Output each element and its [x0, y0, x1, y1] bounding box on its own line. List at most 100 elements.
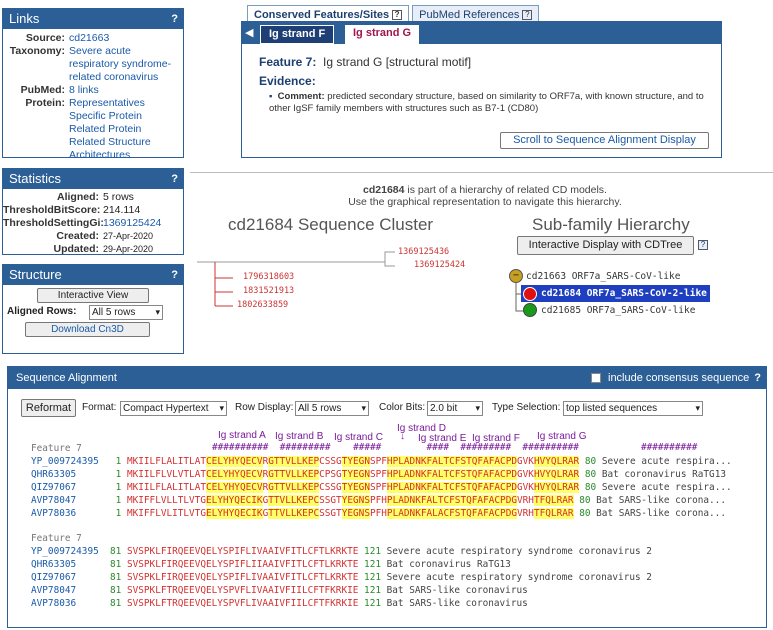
row-display-label: Row Display:	[235, 402, 294, 413]
strand-g-label[interactable]: Ig strand G	[537, 431, 586, 442]
strand-b-label[interactable]: Ig strand B	[275, 431, 323, 442]
sequence-description: Bat coronavirus RaTG13	[386, 559, 511, 570]
stat-row: ThresholdSettingGi: 1369125424	[3, 217, 183, 230]
accession-link[interactable]: QIZ97067	[31, 572, 104, 583]
source-link[interactable]: cd21663	[69, 32, 183, 45]
pubmed-help-icon[interactable]: ?	[522, 10, 533, 20]
tab-ig-strand-f[interactable]: Ig strand F	[260, 25, 335, 44]
protein-link-representatives[interactable]: Representatives	[69, 97, 145, 109]
end-pos: 121	[364, 559, 381, 570]
end-pos: 80	[584, 456, 597, 467]
accession-link[interactable]: AVP78036	[31, 598, 104, 609]
start-pos: 1	[104, 508, 122, 519]
alignment-help-icon[interactable]: ?	[754, 367, 761, 389]
sequence-description: Bat SARS-like coronavirus	[386, 598, 528, 609]
taxonomy-key: Taxonomy:	[9, 45, 65, 57]
type-selection-select[interactable]: top listed sequences	[563, 401, 703, 416]
sequence-description: Bat SARS-like corona...	[596, 508, 726, 519]
sequence: MKIILFLALITLATCELYHYQECVRGTTVLLKEPCSSGTY…	[126, 456, 580, 467]
stat-key: Updated:	[53, 243, 100, 255]
start-pos: 81	[104, 546, 122, 557]
alignment-row: QHR63305 81 SVSPKLFIRQEEVQELYSPIFLIIAAIV…	[31, 558, 511, 571]
statistics-header: Statistics?	[3, 169, 183, 189]
node-green-icon	[523, 303, 537, 317]
strand-d-arrow-icon: ↓	[400, 431, 405, 442]
node-cd21685[interactable]: cd21685 ORF7a_SARS-CoV-like	[521, 302, 695, 318]
accession-link[interactable]: AVP78047	[31, 495, 104, 506]
protein-link-specific[interactable]: Specific Protein	[69, 110, 142, 122]
protein-link-architectures[interactable]: Architectures	[69, 149, 130, 161]
format-select[interactable]: Compact Hypertext	[120, 401, 227, 416]
stat-value: 27-Apr-2020	[103, 231, 154, 241]
alignment-row: QIZ97067 1 MKIILFLALITLATCELYHYQECVRGTTV…	[31, 481, 732, 494]
structure-header: Structure?	[3, 265, 183, 285]
protein-link-related-structure[interactable]: Related Structure	[69, 136, 151, 148]
accession-link[interactable]: AVP78036	[31, 508, 104, 519]
pubmed-link[interactable]: 8 links	[69, 84, 183, 97]
conserved-help-icon[interactable]: ?	[392, 10, 403, 20]
sequence-description: Severe acute respiratory syndrome corona…	[386, 546, 652, 557]
accession-link[interactable]: QHR63305	[31, 469, 104, 480]
tree-label-3[interactable]: 1796318603	[243, 271, 294, 284]
accession-link[interactable]: YP_009724395	[31, 546, 104, 557]
structure-help-icon[interactable]: ?	[171, 265, 178, 285]
alignment-row: AVP78047 81 SVSPKLFTRQEEVQELYSPVFLIVAAIV…	[31, 584, 528, 597]
tree-label-2[interactable]: 1369125424	[414, 259, 465, 272]
alignment-row: AVP78047 1 MKIFFLVLLTLVTGELYHYQECIKGTTVL…	[31, 494, 726, 507]
stat-value[interactable]: 1369125424	[103, 217, 183, 230]
accession-link[interactable]: QHR63305	[31, 559, 104, 570]
section-divider	[190, 172, 773, 173]
end-pos: 80	[584, 482, 597, 493]
end-pos: 80	[579, 508, 591, 519]
protein-link-related[interactable]: Related Protein	[69, 123, 141, 135]
statistics-help-icon[interactable]: ?	[171, 169, 178, 189]
tab-ig-strand-g[interactable]: Ig strand G	[345, 25, 420, 45]
subfamily-title: Sub-family Hierarchy	[532, 215, 690, 234]
download-cn3d-button[interactable]: Download Cn3D	[25, 322, 150, 337]
pubmed-key: PubMed:	[20, 84, 65, 96]
sequence: SVSPKLFIRQEEVQELYSPIFLIVAAIVFITLCFTLKRKT…	[126, 572, 359, 583]
scroll-to-alignment-button[interactable]: Scroll to Sequence Alignment Display	[500, 132, 709, 149]
start-pos: 1	[104, 469, 122, 480]
end-pos: 80	[579, 495, 591, 506]
start-pos: 81	[104, 559, 122, 570]
tree-label-1[interactable]: 1369125436	[398, 246, 449, 259]
sequence-description: Severe acute respiratory syndrome corona…	[386, 572, 652, 583]
feature-title: Feature 7: Ig strand G [structural motif…	[259, 55, 472, 69]
alignment-title: Sequence Alignment	[16, 372, 117, 384]
node-cd21684[interactable]: cd21684 ORF7a_SARS-CoV-2-like	[521, 285, 710, 302]
row-display-select[interactable]: All 5 rows	[295, 401, 369, 416]
sequence: SVSPKLFTRQEEVQELYSPVFLIVAAIVFIILCFTFKRKI…	[126, 585, 359, 596]
node-cd21663[interactable]: − cd21663 ORF7a_SARS-CoV-like	[509, 268, 680, 284]
accession-link[interactable]: QIZ97067	[31, 482, 104, 493]
taxonomy-link[interactable]: Severe acute respiratory syndrome-related…	[69, 45, 183, 84]
color-bits-select[interactable]: 2.0 bit	[427, 401, 483, 416]
statistics-title: Statistics	[9, 171, 62, 186]
alignment-row: QIZ97067 81 SVSPKLFIRQEEVQELYSPIFLIVAAIV…	[31, 571, 652, 584]
selected-node-icon	[523, 286, 537, 301]
prev-feature-icon[interactable]: ◀	[245, 26, 253, 39]
type-selection-label: Type Selection:	[492, 402, 561, 413]
links-help-icon[interactable]: ?	[171, 9, 178, 29]
aligned-rows-select[interactable]: All 5 rows	[89, 305, 163, 320]
consensus-checkbox[interactable]	[591, 373, 601, 383]
accession-link[interactable]: YP_009724395	[31, 456, 104, 467]
alignment-row: YP_009724395 81 SVSPKLFIRQEEVQELYSPIFLIV…	[31, 545, 652, 558]
links-title: Links	[9, 11, 40, 26]
consensus-label: include consensus sequence	[608, 372, 750, 384]
cdtree-help-icon[interactable]: ?	[698, 240, 708, 250]
cdtree-button[interactable]: Interactive Display with CDTree	[517, 236, 694, 255]
stat-value: 214.114	[103, 204, 141, 216]
collapse-icon[interactable]: −	[509, 269, 523, 283]
interactive-view-button[interactable]: Interactive View	[37, 288, 149, 303]
reformat-button[interactable]: Reformat	[21, 399, 76, 417]
alignment-row: AVP78036 81 SVSPKLFTRQEEVQELYSPVFLIVAAIV…	[31, 597, 528, 610]
strand-a-label[interactable]: Ig strand A	[218, 430, 266, 441]
accession-link[interactable]: AVP78047	[31, 585, 104, 596]
protein-links: Representatives Specific Protein Related…	[69, 97, 183, 162]
tree-label-4[interactable]: 1831521913	[243, 285, 294, 298]
protein-key: Protein:	[25, 97, 65, 109]
tree-label-5[interactable]: 1802633859	[237, 299, 288, 312]
sequence-description: Bat SARS-like coronavirus	[386, 585, 528, 596]
sequence: SVSPKLFIRQEEVQELYSPIFLIIAAIVFITLCFTLKRKT…	[126, 559, 359, 570]
